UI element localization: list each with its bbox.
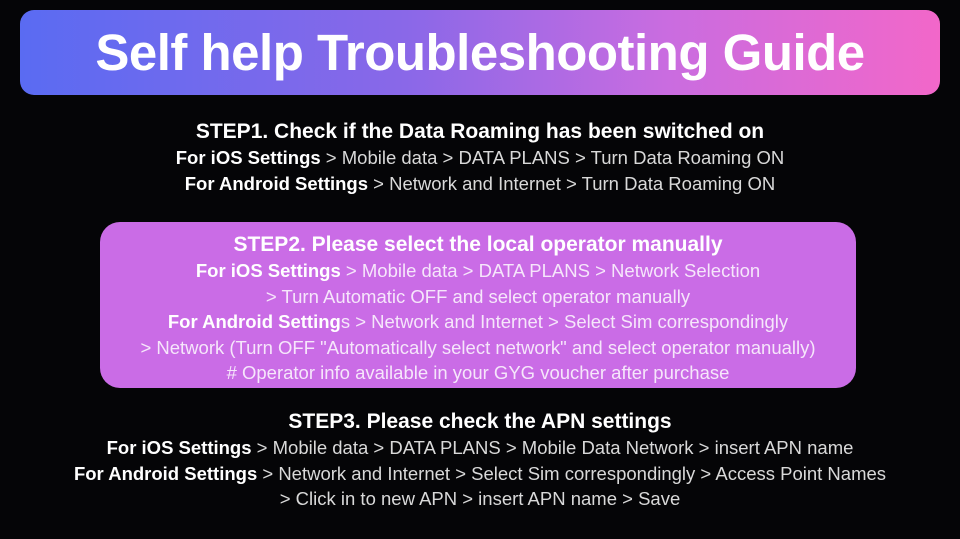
step2-line-5: # Operator info available in your GYG vo… (100, 360, 856, 386)
step1-line-2-path: > Network and Internet > Turn Data Roami… (368, 172, 776, 194)
step2-line-1-label: For iOS Settings (195, 260, 341, 281)
step3-line-1-path: > Mobile data > DATA PLANS > Mobile Data… (251, 437, 854, 458)
step2-heading: STEP2. Please select the local operator … (233, 233, 723, 256)
step2-highlight-card: STEP2. Please select the local operator … (100, 222, 856, 388)
page-title: Self help Troubleshooting Guide (95, 24, 865, 81)
step2-line-5-note: # Operator info available in your GYG vo… (226, 362, 730, 383)
step2-line-3: For Android Settings > Network and Inter… (100, 309, 856, 335)
step1-heading: STEP1. Check if the Data Roaming has bee… (195, 120, 765, 143)
step2-line-2-path: > Turn Automatic OFF and select operator… (265, 285, 691, 307)
step2-line-4-path: > Network (Turn OFF "Automatically selec… (140, 336, 816, 358)
guide-page: Self help Troubleshooting Guide STEP1. C… (0, 0, 960, 539)
step1-block: STEP1. Check if the Data Roaming has bee… (0, 118, 960, 196)
step1-line-2: For Android Settings > Network and Inter… (0, 171, 960, 197)
step3-block: STEP3. Please check the APN settings For… (0, 408, 960, 512)
step3-line-1-label: For iOS Settings (106, 437, 252, 458)
step2-line-2: > Turn Automatic OFF and select operator… (100, 284, 856, 310)
step1-line-1: For iOS Settings > Mobile data > DATA PL… (0, 145, 960, 171)
step2-line-1: For iOS Settings > Mobile data > DATA PL… (100, 258, 856, 284)
step1-line-1-label: For iOS Settings (175, 147, 321, 168)
step3-line-3-path: > Click in to new APN > insert APN name … (279, 488, 681, 509)
step2-line-3-label: For Android Setting (167, 311, 341, 332)
step2-line-4: > Network (Turn OFF "Automatically selec… (100, 335, 856, 361)
step3-line-3: > Click in to new APN > insert APN name … (0, 486, 960, 512)
step1-line-1-path: > Mobile data > DATA PLANS > Turn Data R… (320, 147, 785, 168)
step3-line-2: For Android Settings > Network and Inter… (0, 461, 960, 487)
header-banner: Self help Troubleshooting Guide (20, 10, 940, 95)
step3-heading: STEP3. Please check the APN settings (288, 410, 672, 433)
step3-line-2-label: For Android Settings (73, 462, 258, 484)
step2-line-3-path: s > Network and Internet > Select Sim co… (340, 311, 789, 332)
step2-line-1-path: > Mobile data > DATA PLANS > Network Sel… (340, 260, 761, 281)
step3-line-1: For iOS Settings > Mobile data > DATA PL… (0, 435, 960, 461)
step1-line-2-label: For Android Settings (184, 172, 369, 194)
step3-line-2-path: > Network and Internet > Select Sim corr… (257, 462, 887, 484)
